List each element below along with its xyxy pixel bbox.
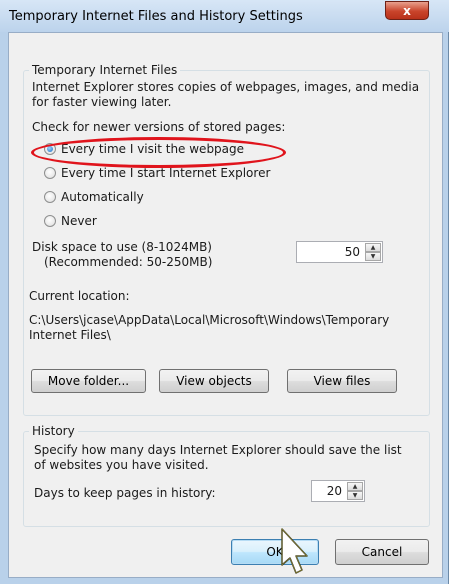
check-newer-label: Check for newer versions of stored pages… — [32, 120, 286, 134]
highlight-annotation — [31, 137, 286, 168]
dialog-window: Temporary Internet Files and History Set… — [0, 0, 449, 584]
days-to-keep-label: Days to keep pages in history: — [34, 486, 216, 500]
disk-space-recommended: (Recommended: 50-250MB) — [44, 255, 213, 269]
radio-unchecked-icon — [44, 215, 56, 227]
temporary-internet-files-group: Temporary Internet Files Internet Explor… — [23, 63, 430, 416]
history-days-spinner[interactable]: 20 ▲ ▼ — [311, 480, 365, 502]
current-location-label: Current location: — [29, 289, 130, 303]
move-folder-button[interactable]: Move folder... — [31, 369, 146, 393]
window-title: Temporary Internet Files and History Set… — [9, 9, 303, 24]
tif-description-line2: for faster viewing later. — [32, 95, 172, 109]
spinner-arrows[interactable]: ▲ ▼ — [347, 482, 363, 500]
view-objects-button[interactable]: View objects — [159, 369, 269, 393]
view-files-label: View files — [313, 374, 371, 388]
current-location-path-line1: C:\Users\jcase\AppData\Local\Microsoft\W… — [29, 313, 390, 327]
spin-up-icon[interactable]: ▲ — [365, 243, 381, 252]
dialog-body: Temporary Internet Files Internet Explor… — [8, 32, 443, 578]
radio-label: Never — [61, 214, 97, 228]
history-description-line2: of websites you have visited. — [34, 458, 209, 472]
close-icon: x — [403, 3, 411, 18]
view-files-button[interactable]: View files — [287, 369, 397, 393]
move-folder-label: Move folder... — [47, 374, 130, 388]
spin-down-icon[interactable]: ▼ — [347, 491, 363, 500]
mouse-pointer-icon — [281, 527, 308, 574]
view-objects-label: View objects — [176, 374, 252, 388]
title-bar[interactable]: Temporary Internet Files and History Set… — [0, 0, 449, 32]
disk-space-value[interactable]: 50 — [345, 245, 360, 259]
history-days-value[interactable]: 20 — [327, 484, 342, 498]
radio-never[interactable]: Never — [44, 213, 97, 229]
radio-label: Automatically — [61, 190, 144, 204]
radio-unchecked-icon — [44, 191, 56, 203]
close-button[interactable]: x — [385, 1, 429, 20]
cancel-button[interactable]: Cancel — [335, 539, 429, 565]
disk-space-spinner[interactable]: 50 ▲ ▼ — [296, 241, 383, 263]
spin-down-icon[interactable]: ▼ — [365, 252, 381, 261]
cancel-label: Cancel — [361, 545, 403, 559]
spinner-arrows[interactable]: ▲ ▼ — [365, 243, 381, 261]
current-location-path-line2: Internet Files\ — [29, 328, 111, 342]
spin-up-icon[interactable]: ▲ — [347, 482, 363, 491]
group-legend-tif: Temporary Internet Files — [29, 63, 181, 77]
disk-space-label: Disk space to use (8-1024MB) — [32, 240, 212, 254]
tif-description-line1: Internet Explorer stores copies of webpa… — [32, 80, 420, 94]
radio-label: Every time I start Internet Explorer — [61, 166, 271, 180]
radio-automatically[interactable]: Automatically — [44, 189, 144, 205]
history-description-line1: Specify how many days Internet Explorer … — [34, 443, 402, 457]
history-group: History Specify how many days Internet E… — [23, 424, 430, 527]
radio-unchecked-icon — [44, 167, 56, 179]
group-legend-history: History — [29, 424, 78, 438]
